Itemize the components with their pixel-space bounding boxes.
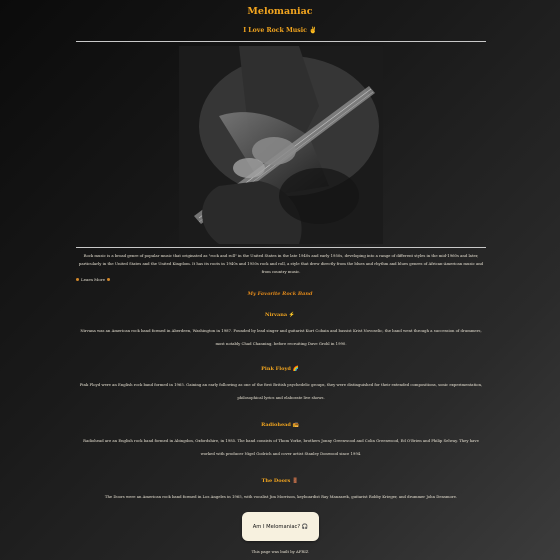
bullet-icon	[106, 278, 110, 281]
band-desc-pink-floyd: Pink Floyd were an English rock band for…	[79, 382, 483, 400]
page-subtitle: I Love Rock Music ✌	[243, 27, 317, 34]
band-name-radiohead: Radiohead 📻	[261, 422, 299, 428]
page-title: Melomaniac	[247, 6, 313, 17]
bullet-icon	[76, 278, 79, 281]
learn-more-label: Learn More	[81, 277, 105, 282]
page: Melomaniac I Love Rock Music ✌ Rock musi…	[0, 0, 560, 560]
top-divider	[76, 41, 486, 42]
band-desc-radiohead: Radiohead are an English rock band forme…	[83, 438, 479, 456]
learn-more-link[interactable]: Learn More	[76, 277, 110, 282]
band-name-nirvana: Nirvana ⚡	[264, 312, 296, 318]
favorites-heading: My Favorite Rock Band	[247, 291, 313, 297]
band-desc-the-doors: The Doors were an American rock band for…	[104, 494, 458, 499]
middle-divider	[76, 247, 486, 248]
footer-credit: This page was built by AFRIZ	[251, 549, 309, 554]
intro-paragraph: Rock music is a broad genre of popular m…	[78, 253, 484, 274]
am-i-melomaniac-button[interactable]: Am I Melomaniac? 🎧	[242, 512, 319, 541]
band-desc-nirvana: Nirvana was an American rock band formed…	[80, 328, 482, 346]
band-name-the-doors: The Doors 🚪	[261, 478, 299, 484]
band-name-pink-floyd: Pink Floyd 🌈	[261, 366, 299, 372]
hero-image	[179, 46, 383, 244]
